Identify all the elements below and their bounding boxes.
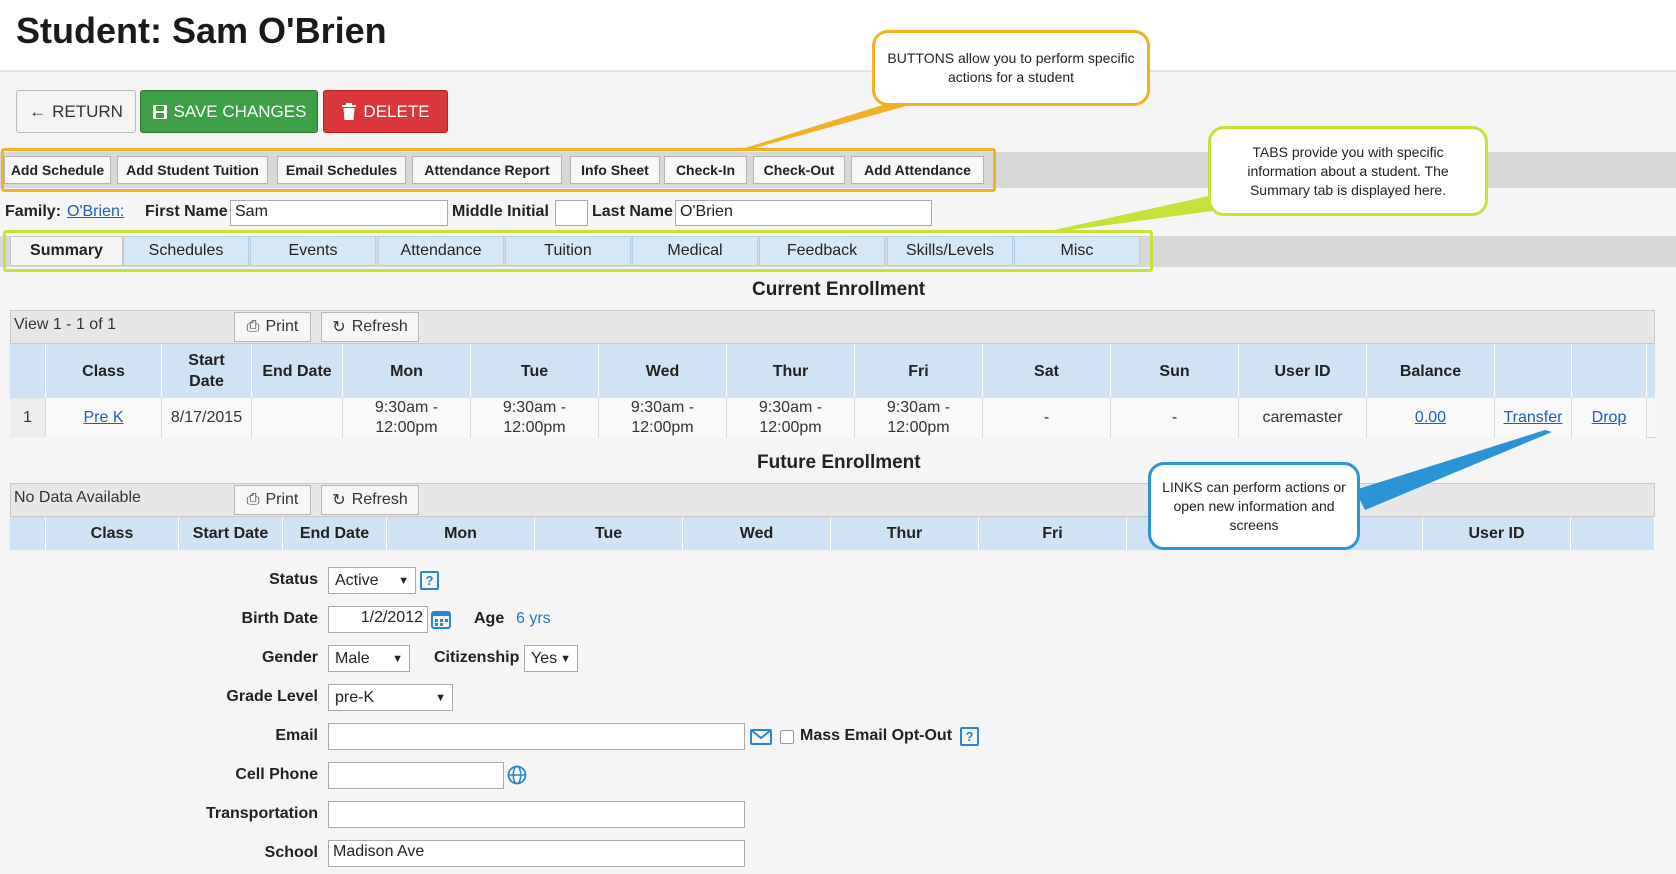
buttons-callout: BUTTONS allow you to perform specific ac… bbox=[872, 30, 1150, 106]
tabs-callout: TABS provide you with specific informati… bbox=[1208, 126, 1488, 216]
links-callout: LINKS can perform actions or open new in… bbox=[1148, 462, 1360, 550]
links-callout-pointer bbox=[1355, 430, 1552, 510]
